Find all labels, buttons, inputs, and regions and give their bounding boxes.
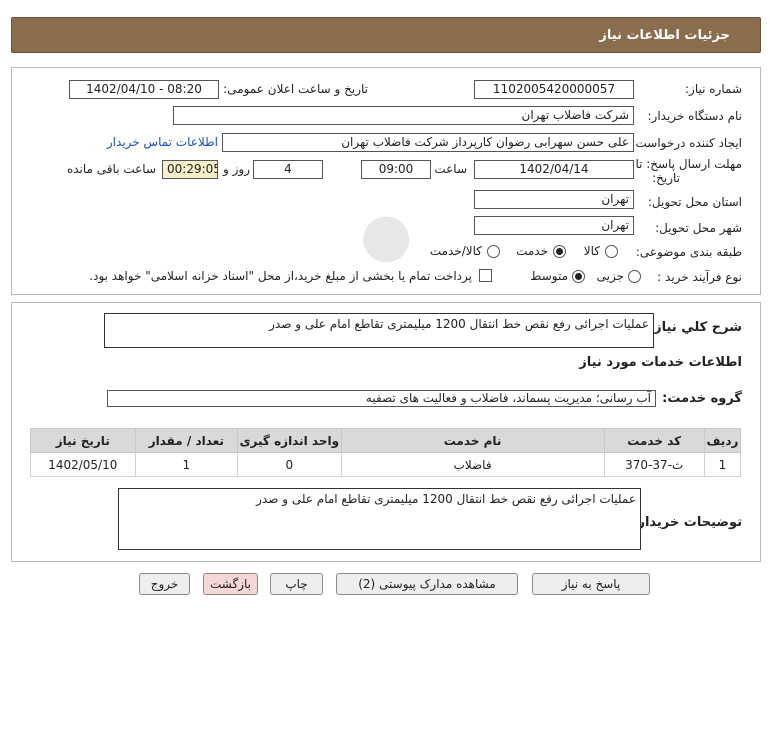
- page-header: جزئیات اطلاعات نیاز: [11, 17, 761, 53]
- col-header-quantity: تعداد / مقدار: [134, 428, 239, 453]
- province-field: تهران: [474, 190, 634, 209]
- buyer-org-label: نام دستگاه خریدار:: [647, 109, 743, 123]
- buyer-contact-link[interactable]: اطلاعات تماس خریدار: [107, 135, 218, 149]
- process-option-minor: جزیی: [596, 269, 624, 283]
- view-attachments-button[interactable]: مشاهده مدارک پیوستی (2): [336, 573, 518, 595]
- deadline-label-date: تاریخ:: [652, 171, 680, 185]
- buyer-org-field: شرکت فاضلاب تهران: [173, 106, 634, 125]
- cell-unit: 0: [237, 452, 342, 477]
- days-label: روز و: [223, 162, 250, 176]
- col-header-row: ردیف: [703, 428, 742, 453]
- city-label: شهر محل تحویل:: [655, 221, 742, 235]
- announce-datetime-field: 1402/04/10 - 08:20: [69, 80, 219, 99]
- need-info-panel: [11, 67, 761, 295]
- announce-datetime-label: تاریخ و ساعت اعلان عمومی:: [223, 82, 368, 96]
- deadline-date-field: 1402/04/14: [474, 160, 634, 179]
- requester-field: علی حسن سهرابی رضوان کارپرداز شرکت فاضلا…: [222, 133, 634, 152]
- col-header-service-name: نام خدمت: [340, 428, 605, 453]
- cell-service-code: ث-37-370: [603, 452, 705, 477]
- services-heading: اطلاعات خدمات مورد نیاز: [579, 355, 742, 370]
- reply-button[interactable]: پاسخ به نیاز: [532, 573, 650, 595]
- col-header-service-code: کد خدمت: [603, 428, 705, 453]
- services-table: ردیف کد خدمت نام خدمت واحد اندازه گیری ت…: [30, 428, 742, 477]
- buyer-notes-label: توضیحات خریدار:: [632, 515, 742, 530]
- cell-quantity: 1: [134, 452, 239, 477]
- process-radio-minor[interactable]: [628, 270, 641, 283]
- category-option-goods: کالا: [583, 244, 600, 258]
- cell-row: 1: [703, 452, 742, 477]
- cell-need-date: 1402/05/10: [30, 452, 136, 477]
- process-type-label: نوع فرآیند خرید :: [657, 270, 742, 284]
- exit-button[interactable]: خروج: [139, 573, 190, 595]
- category-label: طبقه بندی موضوعی:: [635, 245, 742, 259]
- process-option-medium: متوسط: [530, 269, 568, 283]
- treasury-checkbox[interactable]: [479, 269, 492, 282]
- process-radio-medium[interactable]: [572, 270, 585, 283]
- deadline-time-label: ساعت: [434, 162, 467, 176]
- treasury-note: پرداخت تمام یا بخشی از مبلغ خرید،از محل …: [89, 269, 472, 283]
- need-number-label: شماره نیاز:: [685, 82, 742, 96]
- deadline-time-field: 09:00: [361, 160, 431, 179]
- province-label: استان محل تحویل:: [647, 195, 742, 209]
- service-group-field: آب رسانی؛ مدیریت پسماند، فاضلاب و فعالیت…: [107, 390, 656, 407]
- col-header-unit: واحد اندازه گیری: [237, 428, 342, 453]
- col-header-need-date: تاریخ نیاز: [30, 428, 136, 453]
- table-row: 1 ث-37-370 فاضلاب 0 1 1402/05/10: [30, 452, 742, 477]
- summary-field: عملیات اجرائی رفع نقص خط انتقال 1200 میل…: [104, 313, 654, 348]
- deadline-label: مهلت ارسال پاسخ: تا: [635, 157, 742, 171]
- print-button[interactable]: چاپ: [270, 573, 323, 595]
- service-group-label: گروه خدمت:: [662, 391, 742, 406]
- back-button[interactable]: بازگشت: [203, 573, 258, 595]
- category-radio-goods[interactable]: [605, 245, 618, 258]
- days-remaining-field: 4: [253, 160, 323, 179]
- page-title: جزئیات اطلاعات نیاز: [599, 27, 730, 43]
- city-field: تهران: [474, 216, 634, 235]
- category-option-service: خدمت: [516, 244, 548, 258]
- need-number-field: 1102005420000057: [474, 80, 634, 99]
- remaining-time-label: ساعت باقی مانده: [66, 162, 156, 176]
- category-option-goods-service: کالا/خدمت: [429, 244, 482, 258]
- summary-label: شرح کلي نياز:: [648, 320, 742, 335]
- category-radio-goods-service[interactable]: [487, 245, 500, 258]
- category-radio-service[interactable]: [553, 245, 566, 258]
- requester-label: ایجاد کننده درخواست:: [631, 136, 742, 150]
- remaining-time-field: 00:29:05: [162, 160, 218, 179]
- cell-service-name: فاضلاب: [340, 452, 605, 477]
- buyer-notes-field: عملیات اجرائی رفع نقص خط انتقال 1200 میل…: [118, 488, 641, 550]
- table-header-row: ردیف کد خدمت نام خدمت واحد اندازه گیری ت…: [30, 428, 742, 453]
